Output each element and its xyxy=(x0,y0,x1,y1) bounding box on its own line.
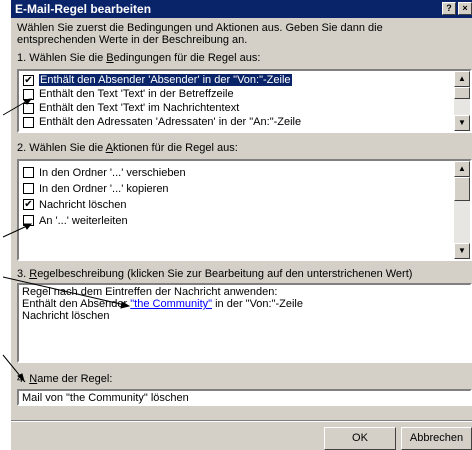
arrow-to-link-head xyxy=(120,301,131,309)
arrow-to-name xyxy=(2,354,22,378)
annotation-arrows xyxy=(2,98,131,383)
arrow-to-link xyxy=(2,276,126,306)
arrow-to-name-head xyxy=(17,373,25,383)
arrow-to-action-head xyxy=(23,223,33,230)
arrow-to-condition-head xyxy=(23,98,33,105)
arrow-to-condition xyxy=(2,100,28,116)
arrow-to-action xyxy=(2,225,28,238)
